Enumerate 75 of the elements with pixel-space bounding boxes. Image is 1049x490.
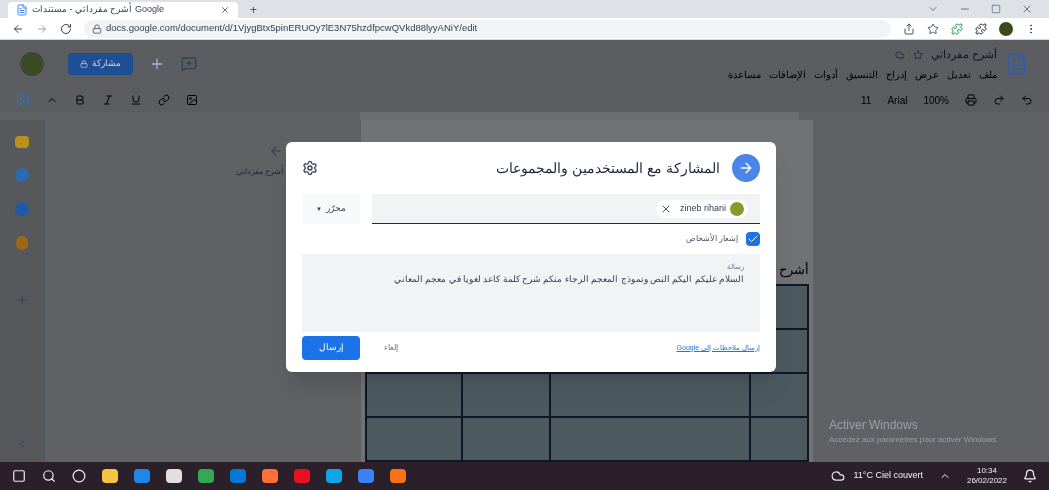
star-icon[interactable]: [912, 49, 923, 60]
avatar: [730, 201, 744, 216]
link-icon[interactable]: [158, 94, 170, 106]
bookmark-star-icon[interactable]: [927, 22, 939, 35]
browser-tab[interactable]: أشرح مفرداتي - مستندات Google: [8, 2, 238, 18]
taskbar-app-icon[interactable]: [262, 469, 278, 483]
checkbox[interactable]: [746, 232, 760, 246]
close-icon[interactable]: [1021, 3, 1033, 15]
menu-item[interactable]: الإضافات: [769, 66, 806, 82]
font-dropdown[interactable]: Arial: [887, 92, 908, 108]
back-icon[interactable]: [12, 22, 24, 35]
search-icon[interactable]: [42, 469, 56, 483]
weather-icon: [831, 469, 846, 483]
page-heading: أشرح: [779, 261, 809, 280]
taskbar-app-icon[interactable]: [294, 469, 310, 483]
print-icon[interactable]: [965, 94, 977, 106]
font-size-field[interactable]: 11: [861, 92, 872, 108]
taskbar-app-icon[interactable]: [198, 469, 214, 483]
taskbar-app-icon[interactable]: [230, 469, 246, 483]
maximize-icon[interactable]: [991, 4, 1001, 14]
start-icon[interactable]: [12, 469, 26, 483]
outline-title[interactable]: أشرح مفرداتي: [235, 166, 283, 178]
share-icon[interactable]: [903, 22, 915, 35]
close-icon[interactable]: [220, 5, 230, 15]
underline-icon[interactable]: [130, 94, 142, 106]
image-icon[interactable]: [186, 94, 198, 106]
menu-item[interactable]: عرض: [915, 66, 939, 82]
taskbar-app-icon[interactable]: [358, 469, 374, 483]
notify-label: إشعار الأشخاص: [685, 233, 738, 245]
menu-item[interactable]: التنسيق: [846, 66, 878, 82]
taskbar-app-icon[interactable]: [102, 469, 118, 483]
tab-title: أشرح مفرداتي - مستندات Google: [32, 3, 165, 17]
docs-icon: [16, 4, 28, 16]
clock-date[interactable]: 26/02/2022: [966, 476, 1007, 486]
new-tab-button[interactable]: +: [238, 4, 269, 16]
taskbar-app-icon[interactable]: [166, 469, 182, 483]
taskbar-app-icon[interactable]: [134, 469, 150, 483]
clock-time[interactable]: 10:34: [976, 466, 997, 476]
menu-item[interactable]: مساعدة: [728, 66, 761, 82]
activation-title: Activer Windows: [829, 417, 919, 434]
settings-icon[interactable]: [302, 160, 318, 176]
cloud-icon[interactable]: [894, 49, 905, 60]
document-title[interactable]: أشرح مفرداتي: [930, 46, 997, 63]
docs-logo-icon: [1005, 50, 1029, 78]
redo-icon[interactable]: [993, 94, 1005, 106]
lock-icon: [92, 23, 102, 34]
menu-item[interactable]: أدوات: [814, 66, 838, 82]
weather-text[interactable]: 11°C Ciel couvert: [853, 469, 923, 483]
activation-subtitle: Accédez aux paramètres pour activer Windows: [829, 434, 998, 446]
taskbar-app-icon[interactable]: [390, 469, 406, 483]
people-field[interactable]: zineb rihani: [372, 194, 760, 224]
menu-item[interactable]: ملف: [979, 66, 997, 82]
message-text: السلام عليكم اليكم النص ونموذج المعجم الرجاء منكم شرح كلمة كاعد لغويا في معجم المعاني: [392, 272, 744, 286]
italic-icon[interactable]: [102, 94, 114, 106]
recipient-chip[interactable]: zineb rihani: [655, 199, 748, 218]
share-button[interactable]: مشاركة: [68, 53, 133, 75]
dialog-title: المشاركة مع المستخدمين والمجموعات: [496, 158, 720, 179]
address-field[interactable]: docs.google.com/document/d/1VjygBtx5pinERUOy7lE3N75hzdfpcwQVkd88lyyANiY/edit: [84, 19, 891, 38]
notification-icon[interactable]: [1023, 469, 1037, 483]
menu-item[interactable]: تعديل: [947, 66, 971, 82]
comments-icon[interactable]: [181, 56, 197, 72]
extensions-icon[interactable]: [975, 22, 987, 35]
extension-icon[interactable]: [951, 22, 963, 35]
lock-icon: [80, 60, 88, 68]
taskbar-app-icon[interactable]: [326, 469, 342, 483]
cancel-button[interactable]: إلغاء: [384, 342, 398, 354]
forward-icon[interactable]: [36, 22, 48, 35]
bold-icon[interactable]: [74, 94, 86, 106]
undo-icon[interactable]: [1021, 94, 1033, 106]
account-avatar[interactable]: [20, 52, 44, 76]
reload-icon[interactable]: [60, 22, 72, 35]
menu-item[interactable]: إدراج: [886, 66, 907, 82]
profile-avatar[interactable]: [999, 21, 1013, 36]
send-button[interactable]: إرسال: [302, 336, 360, 360]
zoom-dropdown[interactable]: 100%: [923, 92, 949, 108]
